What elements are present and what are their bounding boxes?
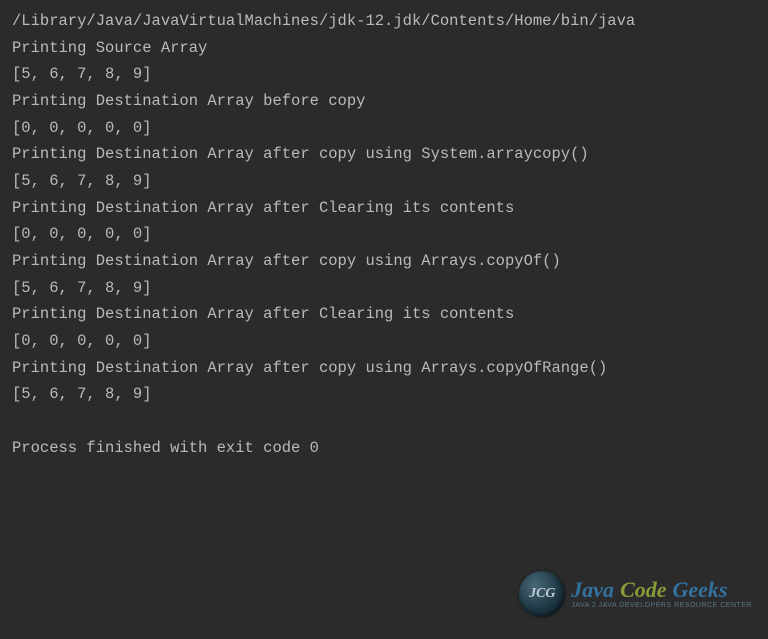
console-line: [0, 0, 0, 0, 0] [12,221,756,248]
console-line: [0, 0, 0, 0, 0] [12,115,756,142]
console-line: [0, 0, 0, 0, 0] [12,328,756,355]
console-line: Printing Destination Array after copy us… [12,141,756,168]
console-line: Printing Destination Array after Clearin… [12,301,756,328]
console-line: Process finished with exit code 0 [12,435,756,462]
watermark-title: Java Code Geeks [571,578,752,601]
console-line: Printing Destination Array after copy us… [12,248,756,275]
console-line: [5, 6, 7, 8, 9] [12,275,756,302]
console-line: Printing Destination Array before copy [12,88,756,115]
console-line: [5, 6, 7, 8, 9] [12,381,756,408]
watermark-word-java: Java [571,578,614,601]
watermark-word-code: Code [620,578,666,601]
console-line: /Library/Java/JavaVirtualMachines/jdk-12… [12,8,756,35]
watermark-tagline: Java 2 Java Developers Resource Center [571,602,752,609]
console-line: Printing Destination Array after Clearin… [12,195,756,222]
console-line: [5, 6, 7, 8, 9] [12,168,756,195]
console-line: Printing Source Array [12,35,756,62]
jcg-badge-icon: JCG [519,571,565,617]
watermark-word-geeks: Geeks [673,578,728,601]
console-output: /Library/Java/JavaVirtualMachines/jdk-12… [12,8,756,461]
console-line: Printing Destination Array after copy us… [12,355,756,382]
console-line [12,408,756,435]
watermark: JCG Java Code Geeks Java 2 Java Develope… [519,571,752,617]
watermark-text: Java Code Geeks Java 2 Java Developers R… [571,578,752,609]
console-line: [5, 6, 7, 8, 9] [12,61,756,88]
